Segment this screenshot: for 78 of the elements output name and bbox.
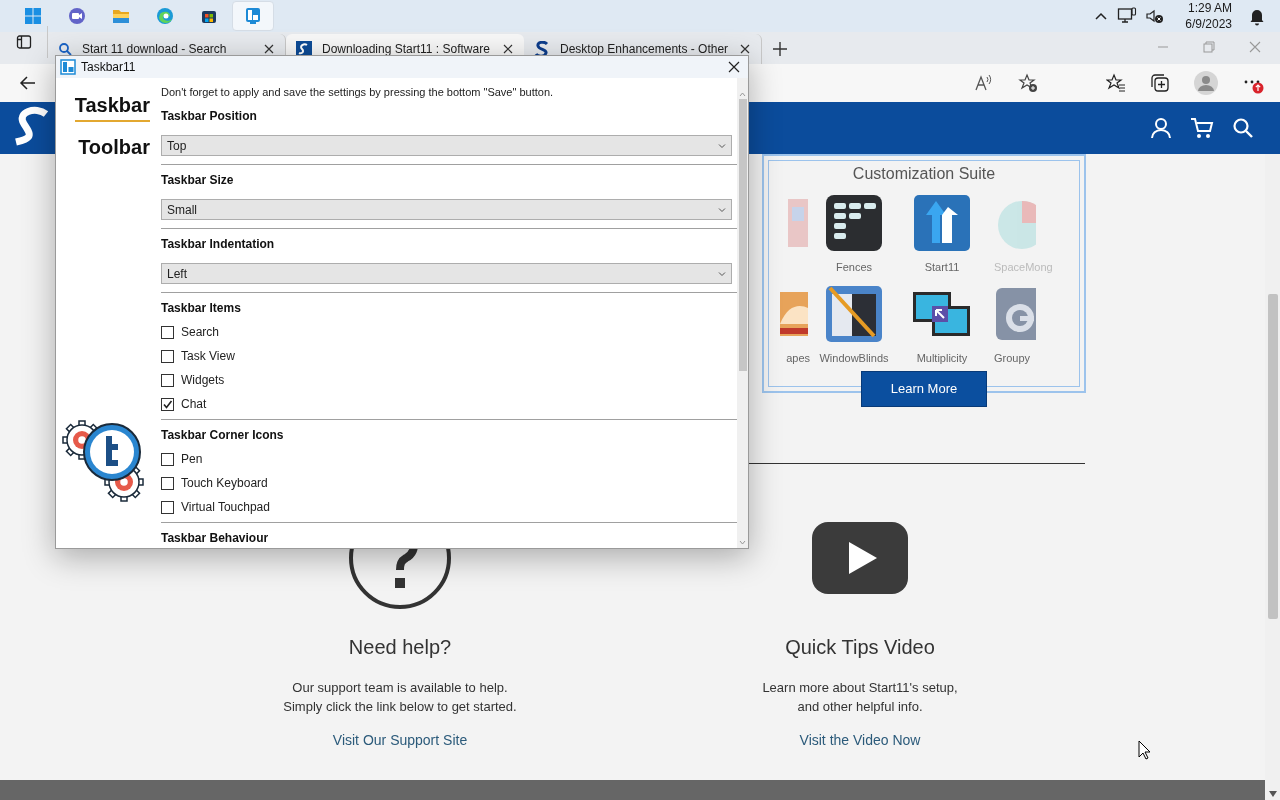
product-icon[interactable] bbox=[824, 193, 884, 253]
nav-tab[interactable]: Taskbar bbox=[74, 92, 150, 122]
profile-avatar-icon[interactable] bbox=[1194, 71, 1218, 95]
checkbox-label: Virtual Touchpad bbox=[181, 499, 270, 516]
close-icon[interactable] bbox=[502, 43, 514, 55]
chevron-down-icon bbox=[718, 270, 726, 277]
monitor-icon[interactable] bbox=[1117, 7, 1138, 25]
checkbox-label: Search bbox=[181, 324, 220, 341]
checkbox-label: Task View bbox=[181, 348, 235, 365]
close-icon[interactable] bbox=[739, 43, 751, 55]
panel-link[interactable]: Visit the Video Now bbox=[799, 730, 921, 751]
panel-description: Our support team is available to help. Simply click the link below to get started. bbox=[283, 679, 517, 716]
tab-title: Start 11 download - Search bbox=[82, 41, 228, 58]
dropdown[interactable]: Top bbox=[161, 135, 732, 156]
s-letter-logo-icon[interactable] bbox=[534, 41, 550, 57]
tab-title: Downloading Start11 : Software bbox=[322, 41, 491, 58]
panel-title: Need help? bbox=[348, 635, 452, 660]
section-heading: Taskbar Indentation bbox=[161, 236, 276, 253]
new-tab-icon[interactable] bbox=[772, 41, 788, 57]
tab-title: Desktop Enhancements - Other bbox=[560, 41, 729, 58]
learn-more-button[interactable]: Learn More bbox=[861, 371, 987, 407]
save-reminder-note: Don't forget to apply and save the settings by pressing the bottom "Save" button. bbox=[161, 85, 555, 99]
cart-icon[interactable] bbox=[1190, 117, 1214, 139]
dropdown[interactable]: Small bbox=[161, 199, 732, 220]
app-window-icon[interactable] bbox=[60, 59, 76, 75]
section-heading: Taskbar Items bbox=[161, 300, 242, 317]
star-plus-icon[interactable] bbox=[1018, 73, 1038, 93]
read-aloud-icon[interactable] bbox=[974, 73, 994, 93]
mouse-pointer-icon bbox=[1138, 740, 1152, 760]
nav-tab[interactable]: Toolbar bbox=[78, 134, 150, 164]
chevron-down-icon bbox=[718, 142, 726, 149]
windows-logo-icon[interactable] bbox=[23, 6, 43, 26]
product-name[interactable]: WindowBlinds bbox=[819, 349, 889, 366]
checkbox-label: Widgets bbox=[181, 372, 225, 389]
close-icon[interactable] bbox=[728, 61, 740, 73]
favorites-icon[interactable] bbox=[1106, 73, 1126, 93]
panel-title: Quick Tips Video bbox=[785, 635, 935, 660]
section-heading: Taskbar Corner Icons bbox=[161, 427, 285, 444]
section-heading: Taskbar Size bbox=[161, 172, 235, 189]
browser-icon[interactable] bbox=[155, 6, 175, 26]
section-heading: Taskbar Position bbox=[161, 108, 258, 125]
panel-link[interactable]: Visit Our Support Site bbox=[332, 730, 468, 751]
product-icon[interactable] bbox=[824, 283, 884, 344]
checkbox[interactable] bbox=[161, 325, 174, 339]
checkbox[interactable] bbox=[161, 452, 174, 466]
dropdown[interactable]: Left bbox=[161, 263, 732, 284]
product-name[interactable]: Groupy bbox=[994, 349, 1031, 366]
product-name[interactable]: Fences bbox=[835, 259, 873, 276]
checkbox-label: Pen bbox=[181, 451, 203, 468]
checkbox-label: Touch Keyboard bbox=[181, 475, 268, 492]
promo-heading: Customization Suite bbox=[852, 164, 996, 184]
checkbox-label: Chat bbox=[181, 396, 207, 413]
clock-time[interactable]: 1:29 AM bbox=[1187, 0, 1232, 16]
back-arrow-icon[interactable] bbox=[18, 74, 37, 92]
checkbox[interactable] bbox=[161, 397, 174, 411]
product-name[interactable]: Multiplicity bbox=[916, 349, 968, 366]
scroll-down-icon[interactable] bbox=[1268, 791, 1277, 797]
checkbox[interactable] bbox=[161, 476, 174, 490]
checkbox[interactable] bbox=[161, 349, 174, 363]
chevron-down-icon bbox=[718, 206, 726, 213]
muted-speaker-icon[interactable] bbox=[1145, 7, 1166, 25]
close-icon[interactable] bbox=[263, 43, 275, 55]
collections-icon[interactable] bbox=[1150, 73, 1170, 93]
user-icon[interactable] bbox=[1150, 117, 1172, 139]
question-mark-icon bbox=[348, 548, 452, 610]
video-chat-icon[interactable] bbox=[67, 6, 87, 26]
product-name[interactable]: apes bbox=[786, 349, 810, 366]
section-heading: Taskbar Behaviour bbox=[161, 530, 270, 547]
search-icon[interactable] bbox=[58, 42, 72, 56]
checkbox[interactable] bbox=[161, 500, 174, 514]
product-name[interactable]: Start11 bbox=[924, 259, 960, 276]
clock-date[interactable]: 6/9/2023 bbox=[1185, 16, 1232, 32]
tab-actions-icon[interactable] bbox=[15, 34, 32, 50]
checkbox[interactable] bbox=[161, 373, 174, 387]
taskbar-app-icon[interactable] bbox=[243, 6, 263, 26]
play-video-icon[interactable] bbox=[812, 522, 908, 594]
search-icon[interactable] bbox=[1232, 117, 1254, 139]
panel-description: Learn more about Start11's setup, and other helpful info. bbox=[762, 679, 958, 716]
